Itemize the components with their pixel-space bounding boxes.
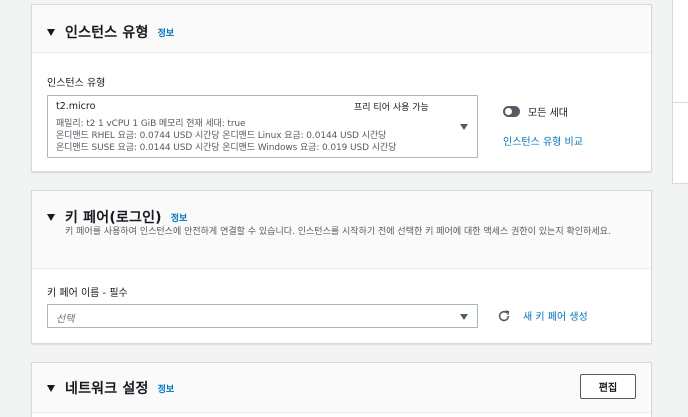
network-header: 네트워크 설정 정보 편집 [32,363,651,413]
key-pair-header: 키 페어(로그인) 정보 키 페어를 사용하여 인스턴스에 안전하게 연결할 수… [32,191,651,269]
caret-down-icon[interactable] [47,213,55,221]
instance-type-title: 인스턴스 유형 [65,25,149,41]
instance-type-select[interactable]: t2.micro 프리 티어 사용 가능 패밀리: t2 1 vCPU 1 Gi… [47,95,478,158]
dropdown-arrow-icon [460,314,468,320]
all-generations-label: 모든 세대 [528,108,568,119]
side-panel-divider [672,102,688,103]
create-key-pair-link[interactable]: 새 키 페어 생성 [523,308,588,323]
edit-button[interactable]: 편집 [580,374,636,399]
instance-type-name: t2.micro [56,101,96,112]
instance-type-header: 인스턴스 유형 정보 [32,5,651,53]
key-pair-header-row[interactable]: 키 페어(로그인) 정보 [47,207,187,227]
dropdown-arrow-icon [460,124,468,130]
caret-down-icon[interactable] [47,384,55,392]
toggle-knob [505,108,512,115]
instance-type-pricing-2: 온디맨드 SUSE 요금: 0.0144 USD 시간당 온디맨드 Window… [56,143,397,153]
key-pair-field-label: 키 페어 이름 - 필수 [47,288,128,299]
instance-type-info-link[interactable]: 정보 [158,26,175,39]
key-pair-select[interactable]: 선택 [47,304,478,328]
all-generations-toggle[interactable] [503,106,520,117]
network-info-link[interactable]: 정보 [158,382,175,395]
key-pair-panel: 키 페어(로그인) 정보 키 페어를 사용하여 인스턴스에 안전하게 연결할 수… [31,190,652,344]
side-panel [672,0,688,184]
free-tier-badge: 프리 티어 사용 가능 [354,103,429,113]
key-pair-description: 키 페어를 사용하여 인스턴스에 안전하게 연결할 수 있습니다. 인스턴스를 … [65,227,611,237]
key-pair-info-link[interactable]: 정보 [171,211,188,224]
compare-instance-types-link[interactable]: 인스턴스 유형 비교 [503,133,583,148]
caret-down-icon[interactable] [47,28,55,36]
network-header-row[interactable]: 네트워크 설정 정보 [47,378,174,398]
key-pair-placeholder: 선택 [56,314,75,325]
network-title: 네트워크 설정 [65,381,149,397]
key-pair-title: 키 페어(로그인) [65,210,162,226]
network-panel: 네트워크 설정 정보 편집 [31,362,652,417]
instance-type-header-row[interactable]: 인스턴스 유형 정보 [47,22,174,42]
instance-type-panel: 인스턴스 유형 정보 인스턴스 유형 t2.micro 프리 티어 사용 가능 … [31,4,652,172]
instance-type-field-label: 인스턴스 유형 [47,78,106,89]
refresh-icon[interactable] [497,309,511,323]
